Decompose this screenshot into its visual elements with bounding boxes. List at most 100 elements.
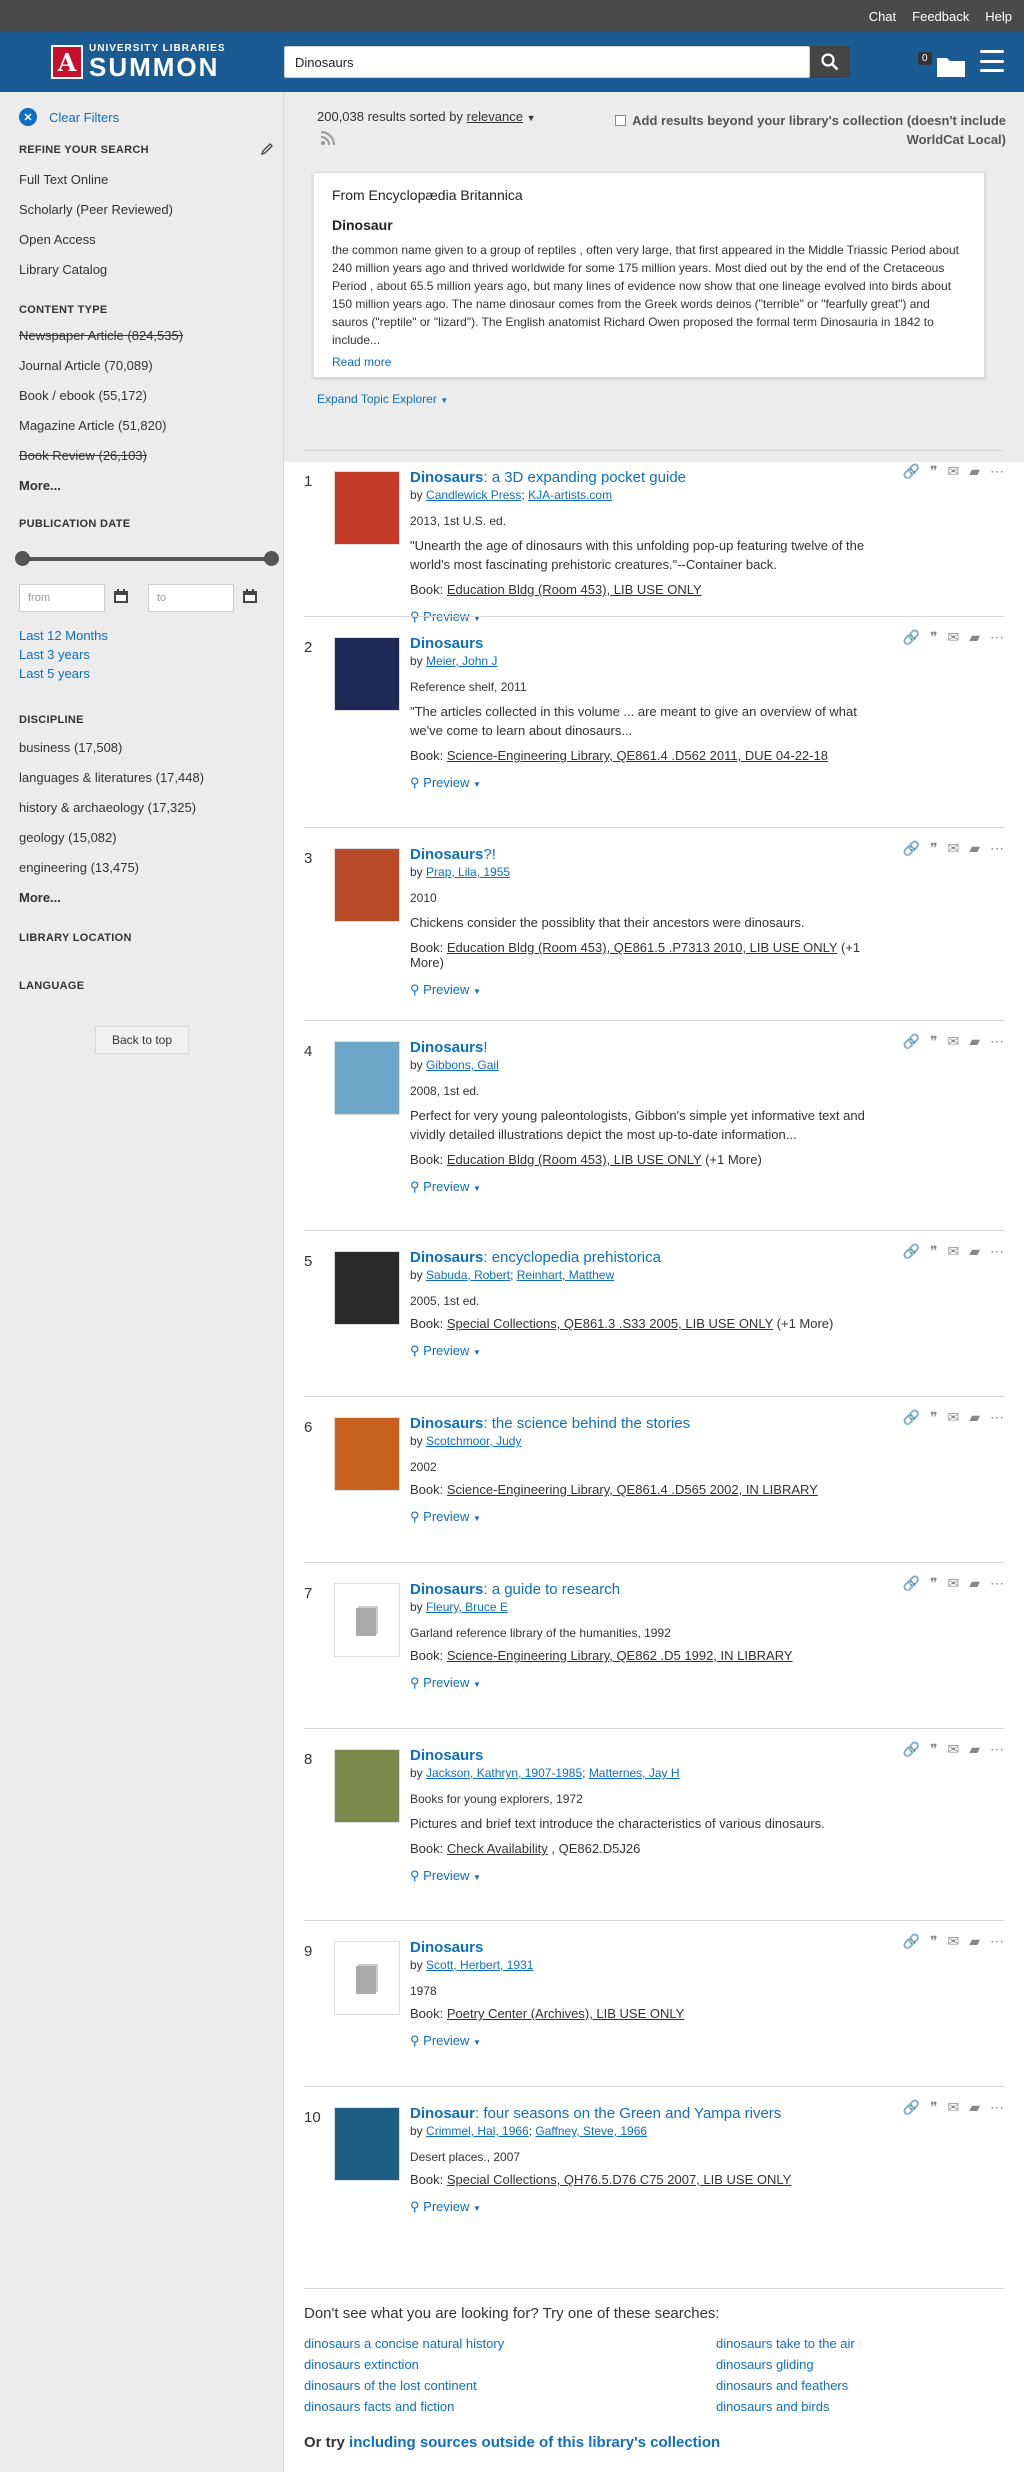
save-folder-icon[interactable]: ▰ [969,1243,980,1260]
feedback-link[interactable]: Feedback [912,9,969,24]
saved-items-folder[interactable]: 0 [914,50,966,82]
slider-handle-start[interactable] [15,551,30,566]
suggestion-link[interactable]: dinosaurs gliding [716,2357,1006,2372]
save-folder-icon[interactable]: ▰ [969,1575,980,1592]
author-link[interactable]: Jackson, Kathryn, 1907-1985 [426,1766,582,1780]
suggestion-link[interactable]: dinosaurs take to the air [716,2336,1006,2351]
disc-geology[interactable]: geology (15,082) [19,830,117,845]
help-link[interactable]: Help [985,9,1012,24]
result-title[interactable]: Dinosaurs! [410,1039,870,1056]
chat-link[interactable]: Chat [869,9,896,24]
result-title[interactable]: Dinosaurs: encyclopedia prehistorica [410,1249,870,1266]
book-cover[interactable] [334,1251,400,1325]
location-link[interactable]: Education Bldg (Room 453), QE861.5 .P731… [447,940,837,955]
cite-icon[interactable]: ❞ [930,840,938,857]
email-icon[interactable]: ✉ [947,463,959,480]
cite-icon[interactable]: ❞ [930,1741,938,1758]
book-cover[interactable] [334,1749,400,1823]
book-cover[interactable] [334,637,400,711]
save-folder-icon[interactable]: ▰ [969,1741,980,1758]
cite-icon[interactable]: ❞ [930,1243,938,1260]
preview-toggle[interactable]: ⚲ Preview ▼ [410,982,870,998]
book-cover[interactable] [334,1417,400,1491]
link-icon[interactable]: 🔗 [903,2099,920,2116]
read-more-link[interactable]: Read more [332,355,966,369]
link-icon[interactable]: 🔗 [903,1933,920,1950]
result-title[interactable]: Dinosaurs: the science behind the storie… [410,1415,870,1432]
disc-business[interactable]: business (17,508) [19,740,122,755]
more-icon[interactable]: ⋯ [990,463,1004,480]
location-link[interactable]: Science-Engineering Library, QE861.4 .D5… [447,748,828,763]
result-title[interactable]: Dinosaurs [410,1747,870,1764]
suggestion-link[interactable]: dinosaurs and birds [716,2399,1006,2414]
topic-explorer-toggle[interactable]: Expand Topic Explorer ▼ [317,392,448,406]
author-link[interactable]: Sabuda, Robert [426,1268,510,1282]
link-icon[interactable]: 🔗 [903,1575,920,1592]
result-title[interactable]: Dinosaurs [410,1939,870,1956]
search-input[interactable]: Dinosaurs [284,46,810,78]
cite-icon[interactable]: ❞ [930,1933,938,1950]
author-link[interactable]: KJA-artists.com [528,488,612,502]
date-from-input[interactable]: from [19,584,105,612]
result-title[interactable]: Dinosaurs?! [410,846,870,863]
summon-logo[interactable]: A UNIVERSITY LIBRARIES SUMMON [51,44,226,80]
more-icon[interactable]: ⋯ [990,1741,1004,1758]
location-link[interactable]: Special Collections, QH76.5.D76 C75 2007… [447,2172,791,2187]
clear-filters[interactable]: ✕ Clear Filters [19,108,119,126]
preview-toggle[interactable]: ⚲ Preview ▼ [410,775,870,791]
preview-toggle[interactable]: ⚲ Preview ▼ [410,1179,870,1195]
author-link[interactable]: Fleury, Bruce E [426,1600,508,1614]
save-folder-icon[interactable]: ▰ [969,629,980,646]
author-link[interactable]: Gaffney, Steve, 1966 [535,2124,647,2138]
preview-toggle[interactable]: ⚲ Preview ▼ [410,609,870,625]
language-heading[interactable]: LANGUAGE [19,980,84,992]
book-cover[interactable] [334,1041,400,1115]
sort-dropdown[interactable]: relevance [467,109,523,124]
email-icon[interactable]: ✉ [947,2099,959,2116]
book-cover[interactable] [334,848,400,922]
book-cover[interactable] [334,2107,400,2181]
location-link[interactable]: Poetry Center (Archives), LIB USE ONLY [447,2006,684,2021]
email-icon[interactable]: ✉ [947,1409,959,1426]
link-icon[interactable]: 🔗 [903,629,920,646]
save-folder-icon[interactable]: ▰ [969,1409,980,1426]
calendar-icon[interactable] [113,589,129,604]
ct-more[interactable]: More... [19,478,61,493]
author-link[interactable]: Candlewick Press [426,488,521,502]
refine-openaccess[interactable]: Open Access [19,232,96,247]
more-icon[interactable]: ⋯ [990,840,1004,857]
more-icon[interactable]: ⋯ [990,629,1004,646]
result-title[interactable]: Dinosaurs [410,635,870,652]
suggestion-link[interactable]: dinosaurs and feathers [716,2378,1006,2393]
location-link[interactable]: Special Collections, QE861.3 .S33 2005, … [447,1316,773,1331]
save-folder-icon[interactable]: ▰ [969,840,980,857]
last-3-years[interactable]: Last 3 years [19,647,90,662]
preview-toggle[interactable]: ⚲ Preview ▼ [410,2199,870,2215]
location-link[interactable]: Science-Engineering Library, QE862 .D5 1… [447,1648,793,1663]
location-link[interactable]: Science-Engineering Library, QE861.4 .D5… [447,1482,818,1497]
author-link[interactable]: Reinhart, Matthew [517,1268,614,1282]
ct-bookreview[interactable]: Book Review (26,103) [19,448,147,463]
ct-book[interactable]: Book / ebook (55,172) [19,388,147,403]
date-to-input[interactable]: to [148,584,234,612]
author-link[interactable]: Scott, Herbert, 1931 [426,1958,533,1972]
disc-more[interactable]: More... [19,890,61,905]
library-location-heading[interactable]: LIBRARY LOCATION [19,932,132,944]
disc-languages[interactable]: languages & literatures (17,448) [19,770,204,785]
cite-icon[interactable]: ❞ [930,1033,938,1050]
more-icon[interactable]: ⋯ [990,1243,1004,1260]
more-icon[interactable]: ⋯ [990,1575,1004,1592]
result-title[interactable]: Dinosaur: four seasons on the Green and … [410,2105,870,2122]
suggestion-link[interactable]: dinosaurs facts and fiction [304,2399,716,2414]
location-link[interactable]: Education Bldg (Room 453), LIB USE ONLY [447,1152,702,1167]
author-link[interactable]: Matternes, Jay H [589,1766,680,1780]
save-folder-icon[interactable]: ▰ [969,2099,980,2116]
link-icon[interactable]: 🔗 [903,840,920,857]
more-icon[interactable]: ⋯ [990,1033,1004,1050]
last-5-years[interactable]: Last 5 years [19,666,90,681]
beyond-collection-checkbox[interactable]: Add results beyond your library's collec… [602,111,1006,149]
cite-icon[interactable]: ❞ [930,629,938,646]
link-icon[interactable]: 🔗 [903,463,920,480]
author-link[interactable]: Prap, Lila, 1955 [426,865,510,879]
preview-toggle[interactable]: ⚲ Preview ▼ [410,1343,870,1359]
